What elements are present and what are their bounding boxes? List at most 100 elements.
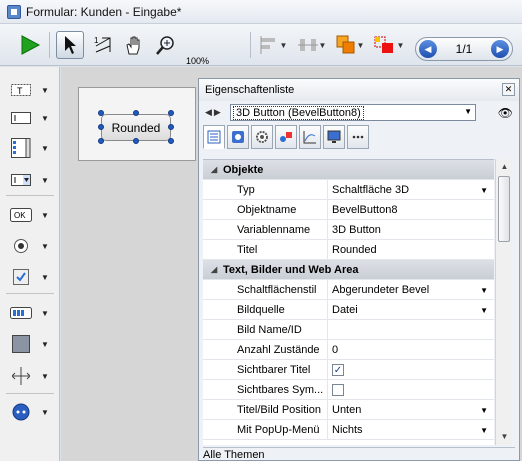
property-row[interactable]: Anzahl Zustände 0 bbox=[203, 340, 494, 360]
input-field-tool[interactable]: ▼ bbox=[10, 107, 50, 129]
property-row[interactable]: Typ Schaltfläche 3D ▼ bbox=[203, 180, 494, 200]
radio-button-tool[interactable]: ▼ bbox=[10, 235, 50, 257]
property-row[interactable]: Schaltflächenstil Abgerundeter Bevel ▼ bbox=[203, 280, 494, 300]
objects-tab-icon[interactable] bbox=[203, 125, 225, 149]
property-list-title: Eigenschaftenliste bbox=[205, 84, 295, 96]
property-row[interactable]: Variablenname 3D Button bbox=[203, 220, 494, 240]
chevron-down-icon[interactable]: ▼ bbox=[480, 286, 488, 295]
svg-text:T: T bbox=[17, 86, 23, 96]
list-box-tool[interactable]: ▼ bbox=[10, 137, 50, 159]
resize-handle[interactable] bbox=[168, 138, 174, 144]
rounded-button[interactable]: Rounded bbox=[101, 114, 171, 141]
distribute-icon[interactable]: ▼ bbox=[295, 31, 329, 59]
themes-footer[interactable]: Alle Themen bbox=[203, 447, 515, 461]
dropdown-tool-icon bbox=[10, 171, 32, 189]
run-icon[interactable] bbox=[17, 31, 43, 59]
chevron-down-icon[interactable]: ▼ bbox=[480, 426, 488, 435]
objects-methods-tab-icon[interactable] bbox=[275, 125, 297, 149]
next-object-icon[interactable]: ▶ bbox=[214, 107, 221, 118]
property-row[interactable]: Titel Rounded bbox=[203, 240, 494, 260]
close-icon[interactable]: ✕ bbox=[502, 83, 515, 96]
rounded-button-label: Rounded bbox=[111, 120, 161, 135]
progress-tool[interactable]: ▼ bbox=[10, 302, 50, 324]
splitter-tool-icon bbox=[10, 367, 32, 385]
rectangle-tool[interactable]: ▼ bbox=[10, 333, 50, 355]
property-value bbox=[327, 380, 494, 400]
property-checkbox[interactable] bbox=[332, 384, 344, 396]
object-selector[interactable]: 3D Button (BevelButton8) ▼ bbox=[230, 104, 476, 121]
checkbox-tool[interactable]: ▼ bbox=[10, 266, 50, 288]
property-value[interactable]: Schaltfläche 3D ▼ bbox=[327, 180, 494, 200]
zoom-percent-label: 100% bbox=[186, 56, 210, 66]
property-section-header[interactable]: ◢ Objekte bbox=[203, 160, 494, 180]
prev-object-icon[interactable]: ◀ bbox=[205, 107, 212, 118]
graph-tab-icon[interactable] bbox=[299, 125, 321, 149]
property-name: Titel/Bild Position bbox=[237, 403, 321, 416]
property-value[interactable]: Datei ▼ bbox=[327, 300, 494, 320]
property-list-title-bar[interactable]: Eigenschaftenliste ✕ bbox=[199, 79, 519, 101]
property-row[interactable]: Sichtbares Sym... bbox=[203, 380, 494, 400]
appearance-tab-icon[interactable] bbox=[227, 125, 249, 149]
resize-handle[interactable] bbox=[133, 110, 139, 116]
property-row[interactable]: Objektname BevelButton8 bbox=[203, 200, 494, 220]
resize-handle[interactable] bbox=[133, 138, 139, 144]
resize-handle[interactable] bbox=[98, 138, 104, 144]
tab-order-icon[interactable]: 1 bbox=[90, 31, 116, 59]
property-name: Bildquelle bbox=[237, 303, 285, 316]
layer-icon[interactable]: ▼ bbox=[333, 31, 367, 59]
zoom-icon[interactable] bbox=[152, 31, 178, 59]
property-name: Bild Name/ID bbox=[237, 323, 302, 336]
more-tab-icon[interactable] bbox=[347, 125, 369, 149]
chevron-down-icon[interactable]: ▼ bbox=[480, 406, 488, 415]
scroll-up-icon[interactable]: ▲ bbox=[496, 159, 513, 175]
chevron-down-icon[interactable]: ▼ bbox=[480, 186, 488, 195]
property-section-header[interactable]: ◢ Text, Bilder und Web Area bbox=[203, 260, 494, 280]
splitter-tool[interactable]: ▼ bbox=[10, 365, 50, 387]
chevron-down-icon[interactable]: ▼ bbox=[480, 306, 488, 315]
property-scrollbar[interactable]: ▲ ▼ bbox=[495, 159, 512, 445]
property-value[interactable] bbox=[327, 320, 494, 340]
align-icon[interactable]: ▼ bbox=[256, 31, 290, 59]
property-value[interactable]: BevelButton8 bbox=[327, 200, 494, 220]
scroll-thumb[interactable] bbox=[498, 176, 510, 242]
plugin-tool[interactable]: ▼ bbox=[10, 401, 50, 423]
section-label: Objekte bbox=[223, 163, 264, 176]
property-row[interactable]: Titel/Bild Position Unten ▼ bbox=[203, 400, 494, 420]
property-value[interactable]: Abgerundeter Bevel ▼ bbox=[327, 280, 494, 300]
property-value[interactable]: 0 bbox=[327, 340, 494, 360]
svg-text:1: 1 bbox=[94, 36, 99, 45]
property-row[interactable]: Bild Name/ID bbox=[203, 320, 494, 340]
arrow-pointer-icon[interactable] bbox=[56, 31, 84, 59]
property-value[interactable]: Rounded bbox=[327, 240, 494, 260]
collapse-icon[interactable]: ◢ bbox=[211, 165, 217, 174]
property-row[interactable]: Sichtbarer Titel ✓ bbox=[203, 360, 494, 380]
collapse-icon[interactable]: ◢ bbox=[211, 265, 217, 274]
static-text-tool[interactable]: T ▼ bbox=[10, 79, 50, 101]
resize-handle[interactable] bbox=[98, 124, 104, 130]
property-value[interactable]: Unten ▼ bbox=[327, 400, 494, 420]
dropdown-tool[interactable]: ▼ bbox=[10, 169, 50, 191]
hand-icon[interactable] bbox=[121, 31, 147, 59]
resize-handle[interactable] bbox=[98, 110, 104, 116]
color-icon[interactable]: ▼ bbox=[371, 31, 407, 59]
property-value: ✓ bbox=[327, 360, 494, 380]
list-box-tool-icon bbox=[10, 138, 32, 158]
property-value-text: Schaltfläche 3D bbox=[332, 184, 410, 196]
actions-tab-icon[interactable] bbox=[251, 125, 273, 149]
resize-handle[interactable] bbox=[168, 124, 174, 130]
button-tool[interactable]: OK ▼ bbox=[10, 204, 50, 226]
display-tab-icon[interactable] bbox=[323, 125, 345, 149]
property-value[interactable]: Nichts ▼ bbox=[327, 420, 494, 440]
next-record-icon[interactable]: ▶ bbox=[491, 40, 509, 58]
property-value-text: Unten bbox=[332, 404, 362, 416]
property-row[interactable]: Bildquelle Datei ▼ bbox=[203, 300, 494, 320]
property-value[interactable]: 3D Button bbox=[327, 220, 494, 240]
prev-record-icon[interactable]: ◀ bbox=[419, 40, 437, 58]
resize-handle[interactable] bbox=[168, 110, 174, 116]
static-text-tool-icon: T bbox=[10, 81, 32, 99]
property-checkbox[interactable]: ✓ bbox=[332, 364, 344, 376]
scroll-down-icon[interactable]: ▼ bbox=[496, 429, 513, 445]
rectangle-tool-icon bbox=[10, 335, 32, 353]
eye-icon[interactable]: 👁 bbox=[498, 106, 513, 120]
property-row[interactable]: Mit PopUp-Menü Nichts ▼ bbox=[203, 420, 494, 440]
